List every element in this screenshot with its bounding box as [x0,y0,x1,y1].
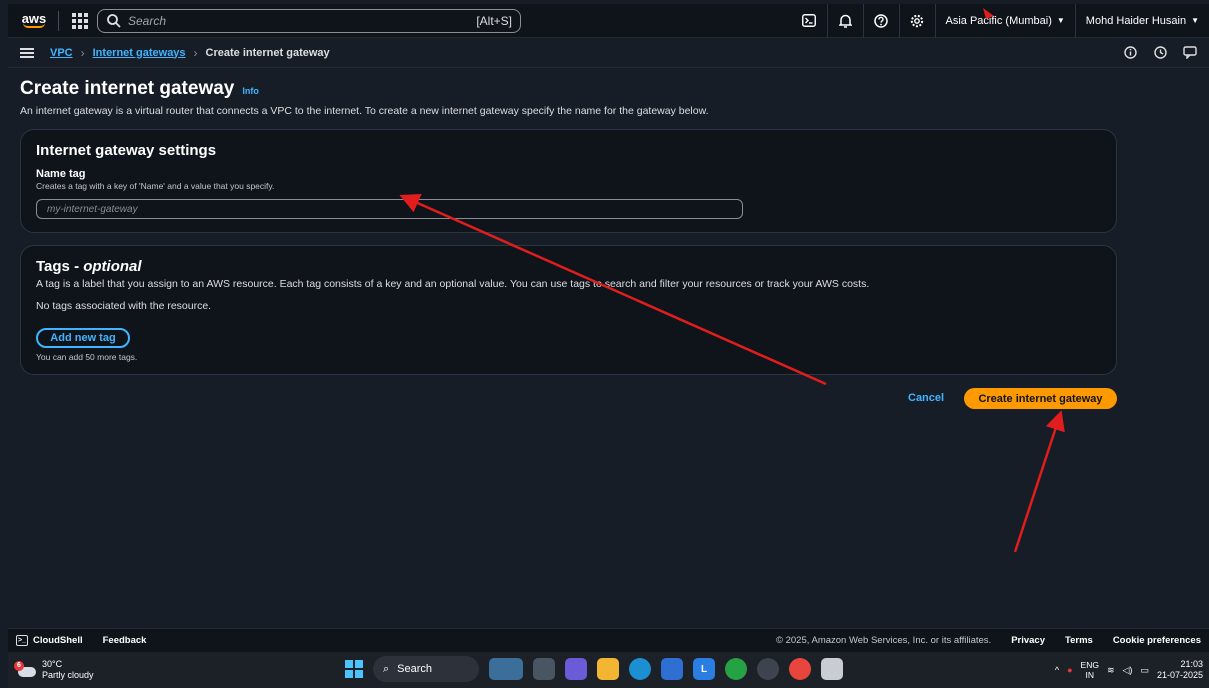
info-link[interactable]: Info [242,86,259,96]
feedback-link[interactable]: Feedback [103,635,147,646]
caret-down-icon: ▼ [1191,16,1199,25]
console-window: aws [Alt+S] [8,3,1209,688]
chatgpt-icon[interactable] [757,658,779,680]
chevron-right-icon: › [80,45,85,60]
add-new-tag-button[interactable]: Add new tag [36,328,130,348]
tag-limit-hint: You can add 50 more tags. [36,352,138,362]
breadcrumb-vpc[interactable]: VPC [50,47,73,59]
caret-down-icon: ▼ [1056,16,1065,25]
breadcrumb-bar: VPC › Internet gateways › Create interne… [8,38,1209,68]
utility-icons [1123,46,1197,60]
system-tray: ^ ● ENG IN ≋ ◁) ▭ 21:03 21-07-2025 [1055,659,1203,681]
chevron-up-icon[interactable]: ^ [1055,665,1059,675]
page-header: Create internet gateway Info [20,78,259,100]
cloudshell-link[interactable]: >_ CloudShell [16,635,83,646]
tags-description: A tag is a label that you assign to an A… [36,278,870,290]
terminal-icon: >_ [16,635,28,646]
console-footer: >_ CloudShell Feedback © 2025, Amazon We… [8,628,1209,652]
gear-icon[interactable] [898,3,935,38]
tags-panel: Tags - optional A tag is a label that yo… [20,245,1117,375]
optional-label: optional [83,258,142,275]
account-name: Mohd Haider Husain [1085,14,1187,27]
panel-title: Tags - optional [36,258,142,275]
wifi-icon[interactable]: ≋ [1107,665,1115,676]
clock[interactable]: 21:03 21-07-2025 [1157,659,1203,681]
file-explorer-icon[interactable] [597,658,619,680]
copyright-text: © 2025, Amazon Web Services, Inc. or its… [775,635,992,646]
menu-icon[interactable] [20,47,34,58]
task-view-icon[interactable] [533,658,555,680]
top-navigation: aws [Alt+S] [8,3,1209,38]
language-code: ENG [1080,660,1099,670]
no-tags-message: No tags associated with the resource. [36,300,212,312]
feedback-icon[interactable] [1183,46,1197,60]
divider [58,10,59,31]
search-input[interactable] [122,13,477,28]
store-icon[interactable] [661,658,683,680]
cancel-button[interactable]: Cancel [908,392,944,404]
taskbar-search[interactable]: ⌕ Search [373,656,479,682]
breadcrumb-internet-gateways[interactable]: Internet gateways [93,47,186,59]
date: 21-07-2025 [1156,670,1203,680]
chevron-right-icon: › [193,45,198,60]
page-title: Create internet gateway [20,78,235,99]
breadcrumb: VPC › Internet gateways › Create interne… [50,46,330,60]
time: 21:03 [1180,659,1203,669]
windows-taskbar: 6 30°C Partly cloudy ⌕ Search L ^ ● ENG … [8,652,1209,688]
info-circle-icon[interactable] [1123,46,1137,60]
name-tag-label: Name tag [36,168,86,180]
weather-badge: 6 [14,661,24,671]
bell-icon[interactable] [826,3,863,38]
copilot-icon[interactable] [565,658,587,680]
windows-start-icon[interactable] [345,660,363,678]
weather-condition: Partly cloudy [42,670,94,680]
region-selector[interactable]: Asia Pacific (Mumbai) ▼ [934,3,1075,38]
chrome-icon[interactable] [789,658,811,680]
search-icon [107,13,121,28]
weather-widget[interactable]: 6 30°C Partly cloudy [14,659,94,681]
region-label: Asia Pacific (Mumbai) [945,14,1052,27]
taskbar-search-label: Search [397,663,433,675]
cookie-preferences-link[interactable]: Cookie preferences [1113,635,1201,646]
global-search[interactable]: [Alt+S] [97,8,521,33]
snipping-tool-icon[interactable] [821,658,843,680]
history-icon[interactable] [1153,46,1167,60]
breadcrumb-current: Create internet gateway [205,46,330,59]
aws-logo[interactable]: aws [18,8,50,34]
weather-icon: 6 [14,661,36,679]
linkedin-icon[interactable]: L [693,658,715,680]
widgets-app-icon[interactable] [489,658,523,680]
privacy-link[interactable]: Privacy [1011,635,1045,646]
nav-right-actions: Asia Pacific (Mumbai) ▼ Mohd Haider Husa… [791,3,1209,38]
temperature: 30°C [42,659,63,669]
battery-icon[interactable]: ▭ [1140,665,1149,676]
language-indicator[interactable]: ENG IN [1081,660,1099,680]
edge-browser-icon[interactable] [629,658,651,680]
account-menu[interactable]: Mohd Haider Husain ▼ [1074,3,1209,38]
internet-gateway-settings-panel: Internet gateway settings Name tag Creat… [20,129,1117,233]
name-tag-input[interactable] [36,199,743,219]
search-shortcut: [Alt+S] [476,13,512,28]
terms-link[interactable]: Terms [1065,635,1093,646]
name-tag-hint: Creates a tag with a key of 'Name' and a… [36,181,275,191]
tags-title: Tags - [36,258,84,275]
services-grid-icon[interactable] [71,12,89,30]
region-code: IN [1085,670,1095,680]
cloudshell-icon[interactable] [791,4,827,38]
panel-title: Internet gateway settings [36,142,217,159]
create-internet-gateway-button[interactable]: Create internet gateway [964,388,1117,409]
whatsapp-icon[interactable] [725,658,747,680]
taskbar-apps: ⌕ Search L [345,656,843,682]
page-description: An internet gateway is a virtual router … [20,105,709,117]
volume-icon[interactable]: ◁) [1123,665,1133,676]
security-icon[interactable]: ● [1067,665,1072,675]
search-icon: ⌕ [383,662,390,675]
aws-smile-icon [23,23,45,28]
cloudshell-label: CloudShell [33,635,83,646]
help-icon[interactable] [862,3,899,38]
